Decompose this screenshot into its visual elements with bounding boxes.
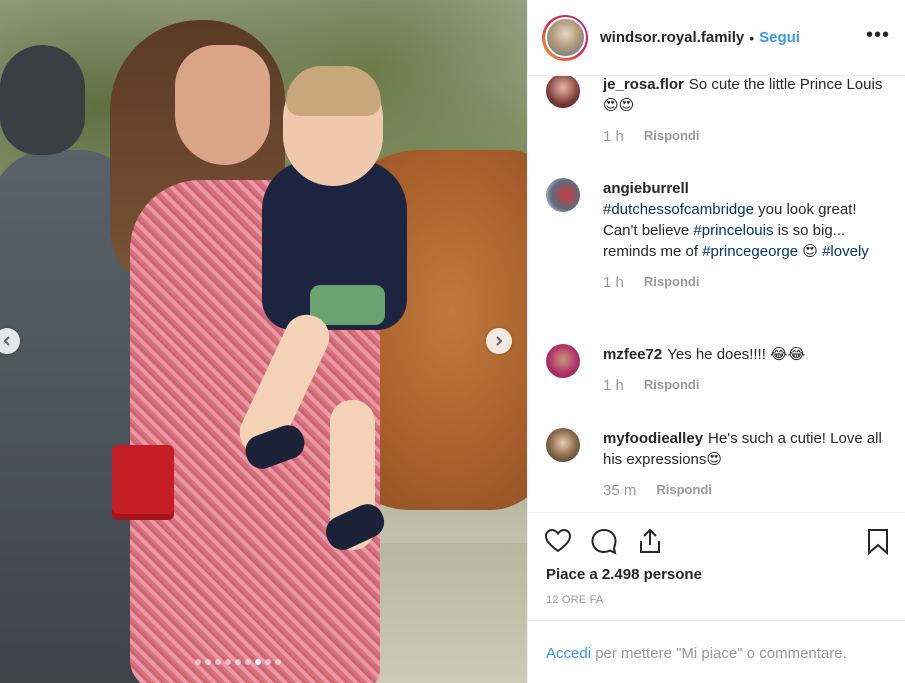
red-bag bbox=[112, 445, 174, 520]
reply-button[interactable]: Rispondi bbox=[656, 482, 712, 499]
comment-username[interactable]: angieburrell bbox=[603, 180, 689, 197]
carousel-dot bbox=[225, 659, 231, 665]
comment-username[interactable]: mzfee72 bbox=[603, 346, 662, 363]
avatar[interactable] bbox=[546, 344, 580, 378]
comment-username[interactable]: myfoodiealley bbox=[603, 430, 703, 447]
hashtag-link[interactable]: #princegeorge bbox=[702, 243, 798, 260]
carousel-dot bbox=[245, 659, 251, 665]
comment-text: Yes he does!!!! 😂😂 bbox=[667, 346, 806, 363]
carousel-dot bbox=[215, 659, 221, 665]
separator: • bbox=[749, 29, 755, 46]
woman-face bbox=[175, 45, 270, 165]
reply-button[interactable]: Rispondi bbox=[644, 274, 700, 291]
comment-item: je_rosa.flor So cute the little Prince Lo… bbox=[546, 76, 891, 145]
hashtag-link[interactable]: #dutchessofcambridge bbox=[603, 201, 754, 218]
follow-button[interactable]: Segui bbox=[759, 29, 800, 46]
login-prompt: Accedi per mettere "Mi piace" o commenta… bbox=[528, 620, 905, 683]
more-options-button[interactable]: ••• bbox=[866, 24, 890, 47]
avatar[interactable] bbox=[542, 14, 588, 61]
comment-username[interactable]: je_rosa.flor bbox=[603, 76, 684, 93]
post-sidebar: windsor.royal.family • Segui ••• je_rosa… bbox=[527, 0, 905, 683]
comment-item: myfoodiealley He's such a cutie! Love all… bbox=[546, 428, 891, 499]
carousel-dot bbox=[205, 659, 211, 665]
chevron-right-icon bbox=[496, 336, 503, 346]
comment-time: 1 h bbox=[603, 274, 624, 291]
login-link[interactable]: Accedi bbox=[546, 645, 591, 662]
comment-icon[interactable] bbox=[590, 527, 618, 555]
carousel-indicator bbox=[195, 659, 281, 665]
carousel-dot bbox=[255, 659, 261, 665]
comment-item: angieburrell #dutchessofcambridge you lo… bbox=[546, 178, 891, 291]
login-prompt-text: per mettere "Mi piace" o commentare. bbox=[591, 645, 847, 662]
child-hair bbox=[286, 66, 381, 116]
hashtag-link[interactable]: #lovely bbox=[822, 243, 869, 260]
post-username[interactable]: windsor.royal.family bbox=[600, 29, 744, 46]
comments-list[interactable]: je_rosa.flor So cute the little Prince Lo… bbox=[528, 76, 905, 512]
carousel-dot bbox=[275, 659, 281, 665]
avatar[interactable] bbox=[546, 428, 580, 462]
post-header: windsor.royal.family • Segui ••• bbox=[528, 0, 905, 76]
likes-count[interactable]: Piace a 2.498 persone bbox=[546, 566, 702, 583]
comment-time: 1 h bbox=[603, 377, 624, 394]
avatar[interactable] bbox=[546, 76, 580, 108]
bookmark-icon[interactable] bbox=[864, 527, 892, 555]
reply-button[interactable]: Rispondi bbox=[644, 128, 700, 145]
carousel-dot bbox=[195, 659, 201, 665]
chevron-left-icon bbox=[3, 336, 10, 346]
share-icon[interactable] bbox=[636, 527, 664, 555]
post-image bbox=[0, 0, 527, 683]
comment-item: mzfee72 Yes he does!!!! 😂😂 1 h Rispondi bbox=[546, 344, 891, 394]
carousel-dot bbox=[235, 659, 241, 665]
carousel-dot bbox=[265, 659, 271, 665]
comment-time: 35 m bbox=[603, 482, 637, 499]
reply-button[interactable]: Rispondi bbox=[644, 377, 700, 394]
avatar[interactable] bbox=[546, 178, 580, 212]
helmet bbox=[0, 45, 85, 155]
comment-time: 1 h bbox=[603, 128, 624, 145]
carousel-next-button[interactable] bbox=[486, 328, 512, 354]
post-timestamp: 12 ORE FA bbox=[546, 594, 604, 606]
heart-icon[interactable] bbox=[544, 527, 572, 555]
hashtag-link[interactable]: #princelouis bbox=[693, 222, 773, 239]
comment-text: 😍 bbox=[798, 243, 823, 260]
